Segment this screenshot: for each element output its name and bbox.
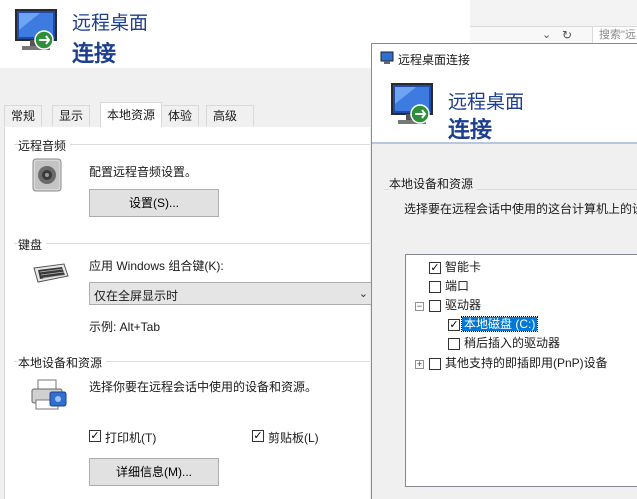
tab-display[interactable]: 显示: [52, 105, 91, 126]
clipboard-checkbox[interactable]: ✓: [252, 430, 264, 442]
chevron-down-icon: ⌄: [358, 288, 368, 300]
tab-general[interactable]: 常规: [4, 105, 43, 126]
checkmark-icon: ✓: [430, 262, 440, 274]
windows-key-combo[interactable]: 仅在全屏显示时 ⌄: [89, 282, 373, 305]
local-disk-label[interactable]: 本地磁盘 (C:): [460, 316, 539, 332]
dialog-group-label: 本地设备和资源: [389, 175, 478, 192]
audio-description: 配置远程音频设置。: [89, 165, 198, 179]
dialog-description: 选择要在远程会话中使用的这台计算机上的设: [404, 202, 637, 216]
ports-label: 端口: [445, 279, 470, 293]
dialog-banner-title: 远程桌面: [448, 92, 525, 113]
later-drives-checkbox[interactable]: [448, 338, 460, 350]
banner-divider: [372, 142, 637, 144]
smart-card-label: 智能卡: [445, 260, 482, 274]
back-banner-title: 远程桌面: [72, 13, 149, 34]
windows-key-combo-value: 仅在全屏显示时: [94, 289, 179, 303]
later-drives-label: 稍后插入的驱动器: [464, 336, 561, 350]
clipboard-checkbox-label: 剪贴板(L): [268, 431, 319, 445]
remote-desktop-icon: [386, 82, 438, 130]
keyboard-description: 应用 Windows 组合键(K):: [89, 259, 224, 273]
keyboard-group-divider: [14, 243, 370, 244]
back-banner-subtitle: 连接: [72, 41, 117, 66]
pnp-checkbox[interactable]: [429, 358, 441, 370]
checkmark-icon: ✓: [449, 319, 459, 331]
keyboard-icon: [30, 262, 70, 284]
refresh-icon[interactable]: ↻: [562, 28, 572, 42]
pnp-label: 其他支持的即插即用(PnP)设备: [445, 356, 608, 370]
remote-desktop-dialog: 远程桌面连接 远程桌面 连接 本地设备和资源 选择要在远程会话中使用的这台计算机…: [371, 43, 637, 499]
drives-label: 驱动器: [445, 298, 482, 312]
device-tree[interactable]: ✓ 智能卡 端口 − 驱动器 ✓ 本地磁盘 (C:) 稍后插入的驱动器 + 其他…: [405, 254, 637, 487]
printer-checkbox-label: 打印机(T): [105, 431, 157, 445]
tab-advanced[interactable]: 高级: [206, 105, 254, 126]
dialog-title: 远程桌面连接: [398, 53, 471, 67]
ports-checkbox[interactable]: [429, 281, 441, 293]
collapse-icon[interactable]: −: [415, 302, 424, 311]
speaker-icon: [30, 157, 64, 193]
chevron-down-icon[interactable]: ⌄: [542, 28, 551, 41]
printer-icon: [28, 378, 68, 412]
devices-group-label: 本地设备和资源: [18, 354, 107, 371]
expand-icon[interactable]: +: [415, 360, 424, 369]
dialog-banner-subtitle: 连接: [448, 117, 493, 142]
details-button[interactable]: 详细信息(M)...: [89, 458, 219, 486]
devices-description: 选择你要在远程会话中使用的设备和资源。: [89, 380, 318, 394]
keyboard-example: 示例: Alt+Tab: [89, 320, 161, 334]
local-disk-checkbox[interactable]: ✓: [448, 319, 460, 331]
printer-checkbox[interactable]: ✓: [89, 430, 101, 442]
checkmark-icon: ✓: [253, 430, 263, 442]
checkmark-icon: ✓: [90, 430, 100, 442]
keyboard-group-label: 键盘: [18, 236, 47, 253]
tab-experience[interactable]: 体验: [161, 105, 200, 126]
audio-settings-button[interactable]: 设置(S)...: [89, 189, 219, 217]
tab-local-resources[interactable]: 本地资源: [100, 102, 163, 127]
local-disk-selected-text: 本地磁盘 (C:): [460, 316, 539, 332]
smart-card-checkbox[interactable]: ✓: [429, 262, 441, 274]
app-icon: [380, 51, 394, 65]
remote-desktop-icon: [10, 8, 62, 56]
drives-checkbox[interactable]: [429, 300, 441, 312]
audio-group-label: 远程音频: [18, 137, 71, 154]
search-input[interactable]: 搜索"远: [592, 27, 637, 43]
